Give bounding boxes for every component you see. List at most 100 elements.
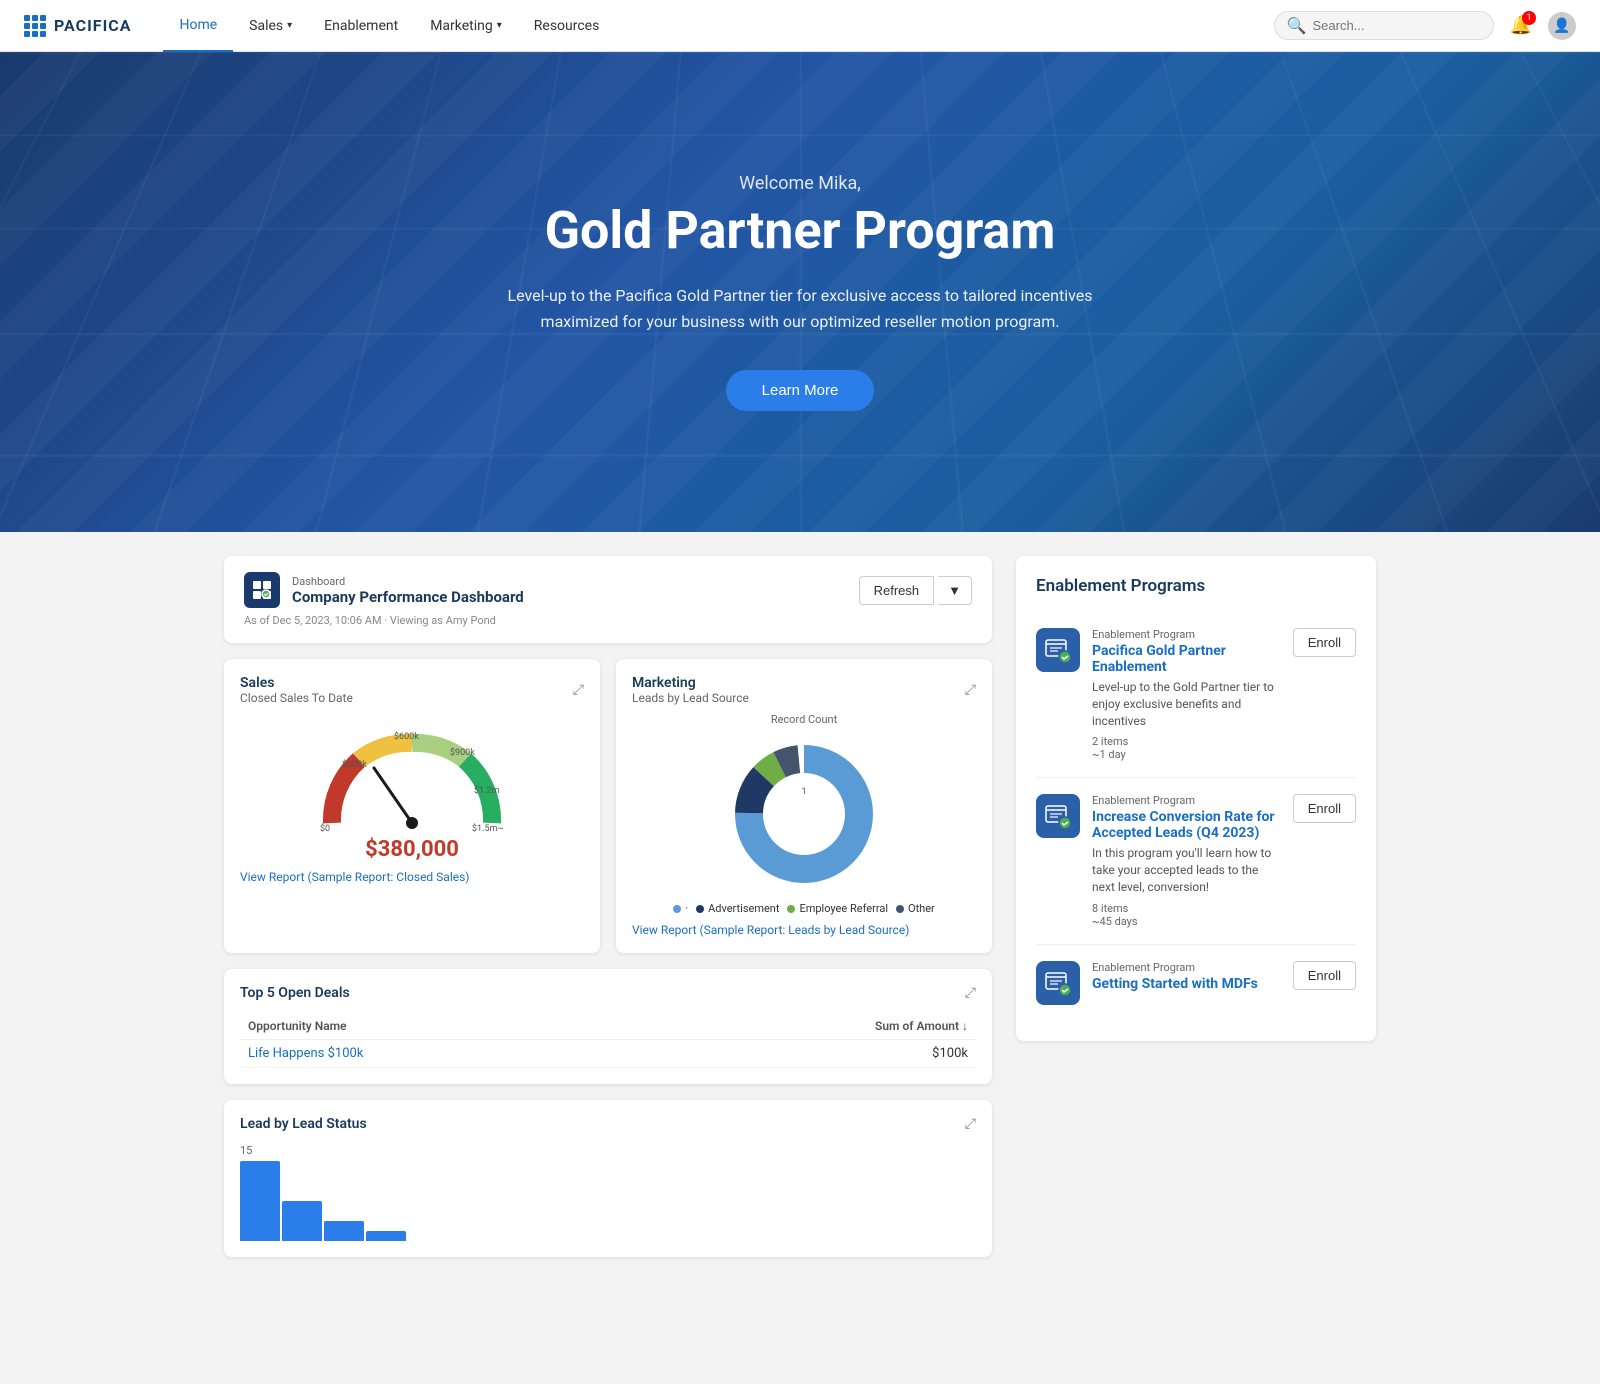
program-items-1: 2 items — [1092, 735, 1281, 748]
dashboard-meta: As of Dec 5, 2023, 10:06 AM · Viewing as… — [244, 614, 972, 627]
nav-marketing[interactable]: Marketing ▾ — [414, 0, 518, 52]
gauge-container: $0 $300k $600k $900k $1.2m $1.5m~ — [302, 713, 522, 833]
svg-text:13: 13 — [799, 835, 809, 845]
nav-links: Home Sales ▾ Enablement Marketing ▾ Reso… — [163, 0, 1273, 52]
expand-icon[interactable]: ⤢ — [573, 682, 584, 698]
bar-2 — [282, 1201, 322, 1241]
col-opportunity-name: Opportunity Name — [240, 1013, 642, 1040]
widgets-grid: Sales Closed Sales To Date ⤢ — [224, 659, 992, 953]
logo-grid-icon — [24, 15, 46, 37]
program-item-1: Enablement Program Pacifica Gold Partner… — [1036, 612, 1356, 778]
lead-status-widget: Lead by Lead Status ⤢ 15 — [224, 1100, 992, 1257]
program-body-3: Enablement Program Getting Started with … — [1092, 961, 1281, 1005]
legend-other: Other — [896, 902, 935, 915]
search-input[interactable] — [1313, 18, 1481, 33]
program-name-2[interactable]: Increase Conversion Rate for Accepted Le… — [1092, 809, 1281, 841]
bar-chart-area: 15 — [240, 1144, 976, 1241]
legend-color-dot — [696, 905, 704, 913]
program-items-2: 8 items — [1092, 902, 1281, 915]
user-icon: 👤 — [1553, 18, 1570, 34]
left-column: Dashboard Company Performance Dashboard … — [224, 556, 992, 1257]
donut-title: Record Count — [771, 713, 837, 726]
legend-employee-referral: Employee Referral — [787, 902, 888, 915]
chart-legend: · Advertisement Employee Referral Other — [632, 902, 976, 915]
svg-text:$1.2m: $1.2m — [474, 785, 500, 796]
chevron-down-icon: ▾ — [287, 20, 292, 31]
lead-status-header: Lead by Lead Status ⤢ — [240, 1116, 976, 1132]
dashboard-name: Company Performance Dashboard — [292, 588, 524, 606]
program-name-3[interactable]: Getting Started with MDFs — [1092, 976, 1281, 992]
marketing-title: Marketing — [632, 675, 749, 691]
enroll-button-3[interactable]: Enroll — [1293, 961, 1356, 990]
program-item-3: Enablement Program Getting Started with … — [1036, 945, 1356, 1021]
program-meta-2: 8 items ~45 days — [1092, 902, 1281, 928]
marketing-subtitle: Leads by Lead Source — [632, 691, 749, 705]
enroll-button-2[interactable]: Enroll — [1293, 794, 1356, 823]
marketing-report-link[interactable]: View Report (Sample Report: Leads by Lea… — [632, 923, 976, 937]
program-duration-2: ~45 days — [1092, 915, 1281, 928]
bar-row — [240, 1161, 976, 1241]
sales-report-link[interactable]: View Report (Sample Report: Closed Sales… — [240, 870, 584, 884]
dashboard-card: Dashboard Company Performance Dashboard … — [224, 556, 992, 643]
bar-4 — [366, 1231, 406, 1241]
program-meta-1: 2 items ~1 day — [1092, 735, 1281, 761]
dashboard-category: Dashboard — [292, 575, 524, 588]
logo[interactable]: PACIFICA — [24, 15, 131, 37]
top5-deals-widget: Top 5 Open Deals ⤢ Opportunity Name Sum … — [224, 969, 992, 1084]
program-icon-3 — [1036, 961, 1080, 1005]
notification-badge: 1 — [1522, 11, 1536, 25]
table-row: Life Happens $100k $100k — [240, 1040, 976, 1068]
svg-text:$600k: $600k — [394, 731, 419, 742]
dashboard-dropdown-button[interactable]: ▼ — [938, 576, 972, 605]
expand-icon[interactable]: ⤢ — [965, 985, 976, 1001]
donut-chart: 1 1 2 13 — [724, 734, 884, 894]
dashboard-header: Dashboard Company Performance Dashboard … — [244, 572, 972, 608]
sales-widget: Sales Closed Sales To Date ⤢ — [224, 659, 600, 953]
deal-amount: $100k — [642, 1040, 976, 1068]
enroll-button-1[interactable]: Enroll — [1293, 628, 1356, 657]
legend-color-dot — [896, 905, 904, 913]
nav-home[interactable]: Home — [163, 0, 233, 52]
top5-header: Top 5 Open Deals ⤢ — [240, 985, 976, 1001]
deal-name[interactable]: Life Happens $100k — [240, 1040, 642, 1068]
program-type-1: Enablement Program — [1092, 628, 1281, 641]
program-desc-2: In this program you'll learn how to take… — [1092, 845, 1281, 895]
brand-name: PACIFICA — [54, 16, 131, 35]
refresh-button[interactable]: Refresh — [859, 576, 935, 605]
legend-color-dot — [673, 905, 681, 913]
legend-dot-item: · — [673, 902, 688, 915]
deals-table: Opportunity Name Sum of Amount ↓ Life Ha… — [240, 1013, 976, 1068]
legend-advertisement: Advertisement — [696, 902, 779, 915]
sales-title: Sales — [240, 675, 353, 691]
donut-wrapper: Record Count 1 1 2 13 — [632, 713, 976, 894]
learn-more-button[interactable]: Learn More — [726, 370, 875, 411]
right-column: Enablement Programs Enablement Program — [1016, 556, 1376, 1257]
nav-sales[interactable]: Sales ▾ — [233, 0, 308, 52]
dashboard-icon — [244, 572, 280, 608]
nav-resources[interactable]: Resources — [518, 0, 616, 52]
hero-welcome: Welcome Mika, — [470, 173, 1130, 194]
notification-button[interactable]: 🔔 1 — [1510, 15, 1532, 36]
marketing-widget-header: Marketing Leads by Lead Source ⤢ — [632, 675, 976, 705]
navbar: PACIFICA Home Sales ▾ Enablement Marketi… — [0, 0, 1600, 52]
dashboard-header-left: Dashboard Company Performance Dashboard — [244, 572, 524, 608]
hero-section: Welcome Mika, Gold Partner Program Level… — [0, 52, 1600, 532]
expand-icon[interactable]: ⤢ — [965, 1116, 976, 1132]
svg-text:$300k: $300k — [342, 759, 367, 770]
search-icon: 🔍 — [1287, 16, 1307, 35]
sales-widget-titles: Sales Closed Sales To Date — [240, 675, 353, 705]
y-axis-max: 15 — [240, 1144, 976, 1157]
user-avatar[interactable]: 👤 — [1548, 12, 1576, 40]
nav-enablement[interactable]: Enablement — [308, 0, 414, 52]
program-name-1[interactable]: Pacifica Gold Partner Enablement — [1092, 643, 1281, 675]
svg-text:$0: $0 — [320, 823, 330, 834]
svg-text:$900k: $900k — [450, 747, 475, 758]
svg-text:1: 1 — [801, 787, 806, 797]
nav-icons: 🔔 1 👤 — [1510, 12, 1576, 40]
search-box[interactable]: 🔍 — [1274, 11, 1494, 40]
program-body-1: Enablement Program Pacifica Gold Partner… — [1092, 628, 1281, 761]
expand-icon[interactable]: ⤢ — [965, 682, 976, 698]
svg-text:2: 2 — [779, 805, 784, 815]
program-type-3: Enablement Program — [1092, 961, 1281, 974]
sales-subtitle: Closed Sales To Date — [240, 691, 353, 705]
